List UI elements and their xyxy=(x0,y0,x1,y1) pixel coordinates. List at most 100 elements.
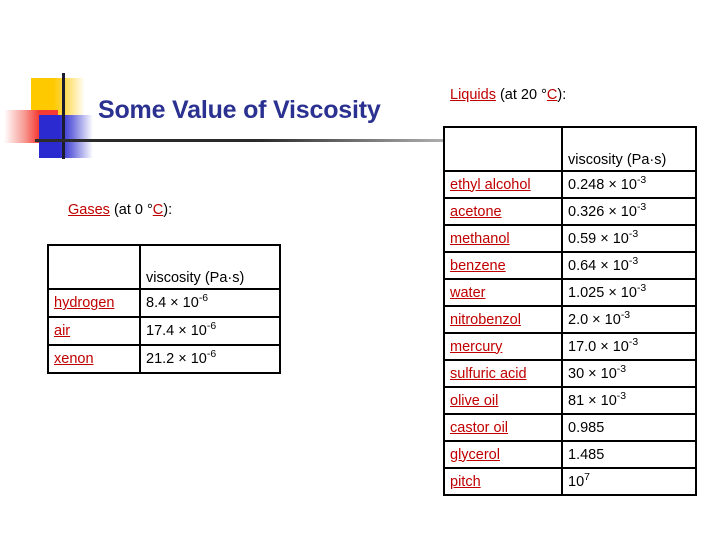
liquids-row-exponent: -3 xyxy=(636,282,647,294)
liquids-row-mantissa: 1.485 xyxy=(568,446,605,463)
gases-row-value: 17.4 × 10-6 xyxy=(139,316,281,346)
liquids-row-name-link[interactable]: benzene xyxy=(450,258,506,274)
liquids-row-mantissa: 0.248 × 10 xyxy=(568,176,637,193)
gases-row-name[interactable]: air xyxy=(47,316,141,346)
liquids-row-mantissa: 0.59 × 10 xyxy=(568,230,629,247)
liquids-row-value: 0.248 × 10-3 xyxy=(561,170,697,199)
liquids-header-blank xyxy=(443,126,563,172)
gases-caption-end: ): xyxy=(163,202,173,218)
liquids-row-value: 0.985 xyxy=(561,413,697,442)
liquids-table: viscosity (Pa·s) ethyl alcohol 0.248 × 1… xyxy=(443,126,697,496)
table-row: nitrobenzol 2.0 × 10-3 xyxy=(443,305,697,334)
gases-row-mantissa: 8.4 × 10 xyxy=(146,295,199,311)
table-row: xenon 21.2 × 10-6 xyxy=(47,344,281,374)
gases-row-mantissa: 21.2 × 10 xyxy=(146,351,207,367)
liquids-row-name[interactable]: mercury xyxy=(443,332,563,361)
gases-row-exponent: -6 xyxy=(206,349,217,361)
liquids-row-name[interactable]: nitrobenzol xyxy=(443,305,563,334)
liquids-row-value: 1.025 × 10-3 xyxy=(561,278,697,307)
liquids-row-exponent: -3 xyxy=(620,309,631,321)
logo-vertical-rule xyxy=(62,73,65,159)
table-row: water 1.025 × 10-3 xyxy=(443,278,697,307)
liquids-row-name-link[interactable]: nitrobenzol xyxy=(450,312,521,328)
liquids-row-mantissa: 17.0 × 10 xyxy=(568,338,629,355)
liquids-row-exponent: -3 xyxy=(628,228,639,240)
liquids-row-exponent: -3 xyxy=(636,201,647,213)
liquids-row-name[interactable]: benzene xyxy=(443,251,563,280)
gases-table: viscosity (Pa·s) hydrogen 8.4 × 10-6 air… xyxy=(47,244,281,374)
liquids-row-name-link[interactable]: ethyl alcohol xyxy=(450,177,531,193)
table-row: acetone 0.326 × 10-3 xyxy=(443,197,697,226)
gases-header-viscosity: viscosity (Pa·s) xyxy=(139,244,281,290)
liquids-row-mantissa: 81 × 10 xyxy=(568,392,617,409)
liquids-row-exponent: -3 xyxy=(628,336,639,348)
liquids-row-value: 0.59 × 10-3 xyxy=(561,224,697,253)
table-row: air 17.4 × 10-6 xyxy=(47,316,281,346)
liquids-caption-link[interactable]: Liquids xyxy=(450,87,496,103)
gases-row-name-link[interactable]: air xyxy=(54,323,70,339)
liquids-row-name[interactable]: acetone xyxy=(443,197,563,226)
table-row: sulfuric acid 30 × 10-3 xyxy=(443,359,697,388)
liquids-row-exponent: -3 xyxy=(616,390,627,402)
liquids-caption-unit-link[interactable]: C xyxy=(547,87,557,103)
liquids-row-mantissa: 10 xyxy=(568,473,585,490)
gases-row-mantissa: 17.4 × 10 xyxy=(146,323,207,339)
table-row: castor oil 0.985 xyxy=(443,413,697,442)
liquids-row-value: 107 xyxy=(561,467,697,496)
table-row: mercury 17.0 × 10-3 xyxy=(443,332,697,361)
logo-blue-square xyxy=(39,115,93,158)
liquids-row-value: 2.0 × 10-3 xyxy=(561,305,697,334)
liquids-row-name-link[interactable]: mercury xyxy=(450,339,502,355)
liquids-row-name-link[interactable]: glycerol xyxy=(450,447,500,463)
liquids-row-mantissa: 30 × 10 xyxy=(568,365,617,382)
liquids-row-name[interactable]: methanol xyxy=(443,224,563,253)
gases-row-name-link[interactable]: hydrogen xyxy=(54,295,114,311)
liquids-row-value: 0.326 × 10-3 xyxy=(561,197,697,226)
liquids-row-name[interactable]: water xyxy=(443,278,563,307)
liquids-caption: Liquids (at 20 °C): xyxy=(450,87,566,103)
gases-row-name-link[interactable]: xenon xyxy=(54,351,94,367)
gases-row-exponent: -6 xyxy=(198,293,209,305)
liquids-row-name[interactable]: ethyl alcohol xyxy=(443,170,563,199)
liquids-row-name[interactable]: castor oil xyxy=(443,413,563,442)
liquids-row-mantissa: 1.025 × 10 xyxy=(568,284,637,301)
liquids-row-name-link[interactable]: castor oil xyxy=(450,420,508,436)
liquids-row-mantissa: 0.985 xyxy=(568,419,605,436)
liquids-row-exponent: 7 xyxy=(584,471,590,483)
liquids-row-name-link[interactable]: methanol xyxy=(450,231,510,247)
liquids-row-name[interactable]: olive oil xyxy=(443,386,563,415)
table-row: olive oil 81 × 10-3 xyxy=(443,386,697,415)
table-header-row: viscosity (Pa·s) xyxy=(47,244,281,290)
liquids-row-name[interactable]: glycerol xyxy=(443,440,563,469)
gases-row-name[interactable]: xenon xyxy=(47,344,141,374)
liquids-row-name-link[interactable]: olive oil xyxy=(450,393,498,409)
liquids-row-exponent: -3 xyxy=(616,363,627,375)
liquids-row-value: 81 × 10-3 xyxy=(561,386,697,415)
gases-caption-link[interactable]: Gases xyxy=(68,202,110,218)
liquids-row-name[interactable]: pitch xyxy=(443,467,563,496)
gases-caption-unit-link[interactable]: C xyxy=(153,202,163,218)
gases-row-exponent: -6 xyxy=(206,321,217,333)
gases-caption-mid: (at 0 ° xyxy=(109,202,153,218)
liquids-caption-mid: (at 20 ° xyxy=(495,87,547,103)
table-row: hydrogen 8.4 × 10-6 xyxy=(47,288,281,318)
gases-header-blank xyxy=(47,244,141,290)
gases-caption: Gases (at 0 °C): xyxy=(68,202,172,218)
liquids-row-mantissa: 0.64 × 10 xyxy=(568,257,629,274)
table-row: methanol 0.59 × 10-3 xyxy=(443,224,697,253)
liquids-row-name[interactable]: sulfuric acid xyxy=(443,359,563,388)
gases-row-value: 8.4 × 10-6 xyxy=(139,288,281,318)
liquids-row-value: 17.0 × 10-3 xyxy=(561,332,697,361)
liquids-row-exponent: -3 xyxy=(636,174,647,186)
table-row: glycerol 1.485 xyxy=(443,440,697,469)
table-header-row: viscosity (Pa·s) xyxy=(443,126,697,172)
liquids-row-name-link[interactable]: sulfuric acid xyxy=(450,366,527,382)
gases-row-name[interactable]: hydrogen xyxy=(47,288,141,318)
liquids-row-name-link[interactable]: pitch xyxy=(450,474,481,490)
liquids-row-mantissa: 2.0 × 10 xyxy=(568,311,621,328)
liquids-row-mantissa: 0.326 × 10 xyxy=(568,203,637,220)
liquids-row-value: 1.485 xyxy=(561,440,697,469)
liquids-row-name-link[interactable]: acetone xyxy=(450,204,502,220)
table-row: pitch 107 xyxy=(443,467,697,496)
liquids-row-name-link[interactable]: water xyxy=(450,285,485,301)
